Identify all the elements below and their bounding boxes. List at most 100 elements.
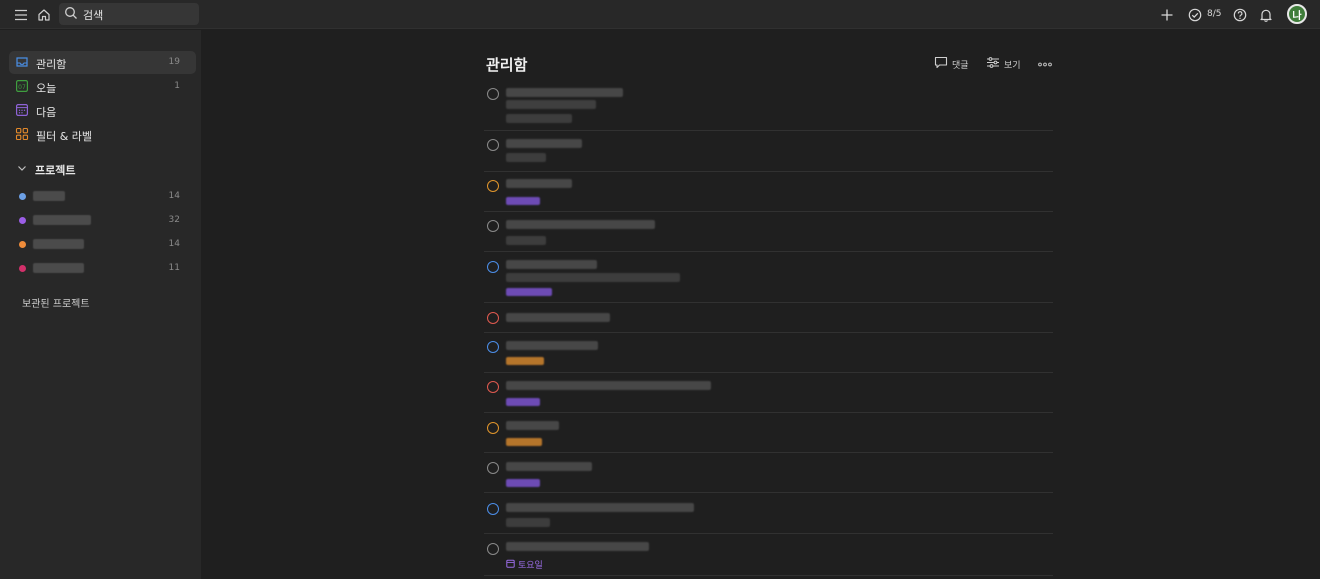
task-title-redacted (506, 179, 572, 188)
task-tag-redacted (506, 357, 544, 365)
project-color-dot (19, 241, 26, 248)
project-color-dot (19, 265, 26, 272)
task-title-redacted (506, 421, 559, 430)
view-options-icon (986, 56, 1000, 72)
task-item[interactable] (484, 493, 1053, 534)
task-tag-redacted (506, 288, 552, 296)
task-tag-redacted (506, 438, 542, 446)
project-count: 14 (168, 239, 180, 249)
project-name-redacted (33, 263, 84, 273)
comments-label: 댓글 (952, 60, 969, 71)
task-title-redacted (506, 542, 649, 551)
menu-icon[interactable] (12, 6, 30, 24)
view-label: 보기 (1004, 60, 1021, 71)
search-input[interactable]: 검색 (59, 3, 199, 25)
task-tag-redacted (506, 479, 540, 487)
task-description-redacted (506, 100, 596, 109)
project-item[interactable]: 14 (9, 233, 196, 255)
task-checkbox[interactable] (487, 220, 499, 232)
task-title-redacted (506, 260, 597, 269)
project-count: 32 (168, 215, 180, 225)
view-button[interactable]: 보기 (986, 56, 1021, 72)
task-item[interactable] (484, 252, 1053, 303)
calendar-today-icon: 07 (15, 79, 29, 93)
task-item[interactable] (484, 413, 1053, 453)
project-name-redacted (33, 191, 65, 201)
sidebar-item-label: 필터 & 라벨 (36, 130, 93, 143)
task-item[interactable] (484, 303, 1053, 333)
task-title-redacted (506, 139, 582, 148)
task-checkbox[interactable] (487, 261, 499, 273)
chevron-down-icon[interactable] (16, 162, 28, 177)
task-checkbox[interactable] (487, 503, 499, 515)
project-color-dot (19, 217, 26, 224)
task-title-redacted (506, 313, 610, 322)
sidebar-item-today[interactable]: 07 오늘 1 (9, 75, 196, 98)
task-item[interactable]: 토요일 (484, 534, 1053, 576)
projects-label: 프로젝트 (35, 164, 76, 177)
notification-bell-icon[interactable] (1257, 6, 1275, 24)
calendar-upcoming-icon (15, 103, 29, 117)
project-color-dot (19, 193, 26, 200)
task-item[interactable] (484, 131, 1053, 172)
inbox-icon (15, 55, 29, 69)
task-tag-redacted (506, 398, 540, 406)
task-title-redacted (506, 503, 694, 512)
more-options-icon[interactable] (1037, 56, 1053, 72)
task-title-redacted (506, 220, 655, 229)
filters-icon (15, 127, 29, 141)
task-meta-redacted (506, 236, 546, 245)
task-meta-redacted (506, 114, 572, 123)
project-item[interactable]: 32 (9, 209, 196, 231)
task-item[interactable] (484, 453, 1053, 493)
top-bar: 검색 8/5 나 (0, 0, 1320, 29)
sidebar: 관리함 19 07 오늘 1 다음 필터 & 라벨 프로젝트 14 32 14 … (0, 30, 201, 579)
sidebar-item-filters-labels[interactable]: 필터 & 라벨 (9, 123, 196, 146)
home-icon[interactable] (35, 6, 53, 24)
project-count: 14 (168, 191, 180, 201)
due-date-label: 토요일 (518, 561, 543, 571)
calendar-icon (506, 559, 515, 571)
project-item[interactable]: 14 (9, 185, 196, 207)
project-name-redacted (33, 239, 84, 249)
inbox-count: 19 (168, 57, 180, 67)
task-title-redacted (506, 462, 592, 471)
task-item[interactable] (484, 212, 1053, 252)
sidebar-item-label: 관리함 (36, 58, 67, 71)
task-tag-redacted (506, 197, 540, 205)
comment-icon (934, 56, 948, 72)
task-checkbox[interactable] (487, 422, 499, 434)
help-icon[interactable] (1231, 6, 1249, 24)
comments-button[interactable]: 댓글 (934, 56, 969, 72)
sidebar-item-inbox[interactable]: 관리함 19 (9, 51, 196, 74)
project-item[interactable]: 11 (9, 257, 196, 279)
task-item[interactable] (484, 172, 1053, 212)
svg-text:07: 07 (18, 84, 26, 91)
search-icon (64, 6, 78, 23)
task-checkbox[interactable] (487, 139, 499, 151)
task-item[interactable] (484, 333, 1053, 373)
task-item[interactable] (484, 84, 1053, 131)
task-due-date[interactable]: 토요일 (506, 558, 543, 571)
projects-section-header[interactable]: 프로젝트 (14, 160, 194, 178)
task-checkbox[interactable] (487, 381, 499, 393)
task-checkbox[interactable] (487, 341, 499, 353)
sidebar-item-label: 다음 (36, 106, 57, 119)
productivity-check-icon[interactable] (1186, 6, 1204, 24)
task-item[interactable] (484, 373, 1053, 413)
page-title: 관리함 (486, 56, 528, 74)
productivity-count[interactable]: 8/5 (1207, 9, 1221, 19)
task-checkbox[interactable] (487, 312, 499, 324)
task-checkbox[interactable] (487, 543, 499, 555)
project-count: 11 (168, 263, 180, 273)
archived-projects-link[interactable]: 보관된 프로젝트 (22, 295, 90, 310)
task-checkbox[interactable] (487, 462, 499, 474)
sidebar-item-label: 오늘 (36, 82, 57, 95)
task-checkbox[interactable] (487, 180, 499, 192)
avatar[interactable]: 나 (1287, 4, 1307, 24)
sidebar-item-upcoming[interactable]: 다음 (9, 99, 196, 122)
task-checkbox[interactable] (487, 88, 499, 100)
search-placeholder: 검색 (83, 9, 104, 22)
task-title-redacted (506, 381, 711, 390)
add-task-icon[interactable] (1158, 6, 1176, 24)
